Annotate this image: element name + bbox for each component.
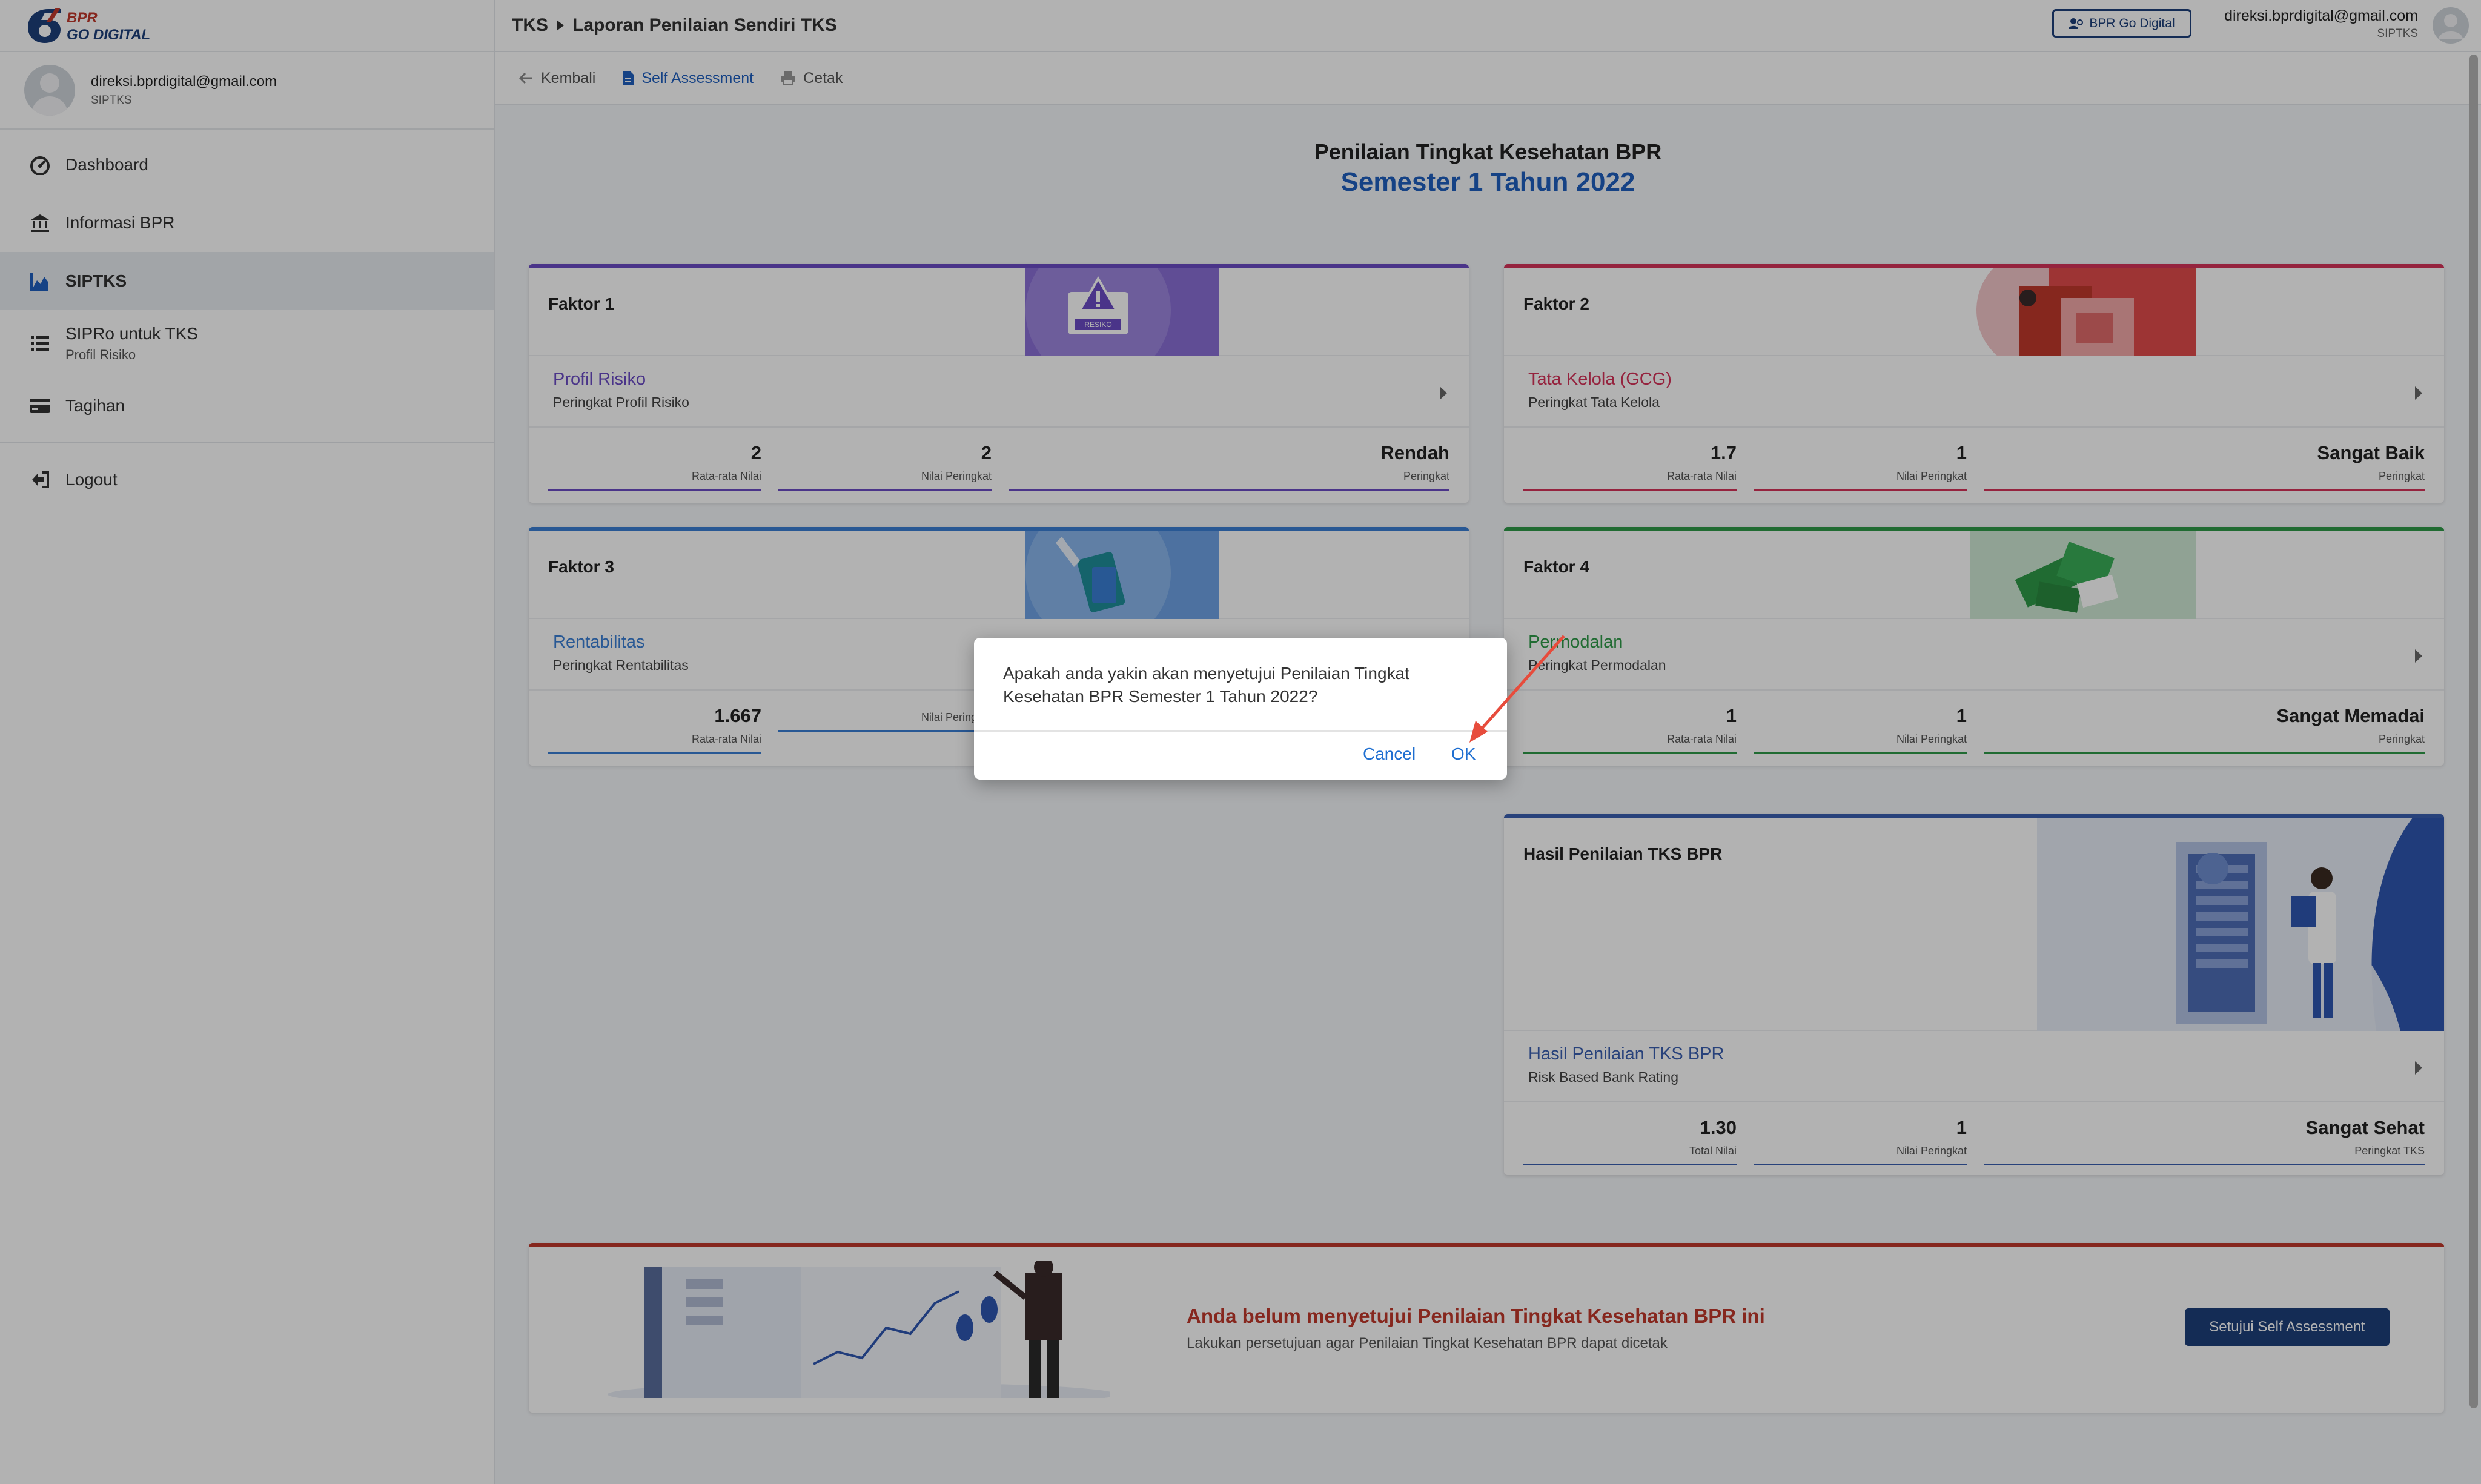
dialog-divider: [974, 730, 1507, 732]
confirm-dialog: Apakah anda yakin akan menyetujui Penila…: [974, 638, 1507, 780]
scrollbar[interactable]: [2469, 55, 2478, 1408]
ok-button[interactable]: OK: [1451, 744, 1476, 764]
confirm-dialog-message: Apakah anda yakin akan menyetujui Penila…: [1003, 664, 1409, 706]
cancel-button[interactable]: Cancel: [1363, 744, 1416, 764]
